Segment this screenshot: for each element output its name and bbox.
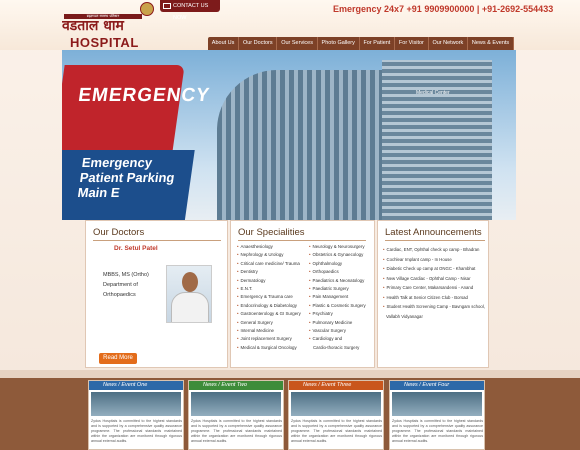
speciality-item[interactable]: Emergency & Trauma care <box>237 293 301 301</box>
news-card-title[interactable]: News / Event One <box>89 381 183 390</box>
direction-sign: Emergency Patient Parking Main E <box>62 150 195 220</box>
hospital-logo[interactable]: ब्रह्माण्डशं स्वास्थ्य प्रतिष्ठान वडताल … <box>58 14 158 50</box>
news-card-title[interactable]: News / Event Four <box>390 381 484 390</box>
speciality-item[interactable]: E.N.T. <box>237 285 301 293</box>
mail-icon <box>163 3 171 9</box>
speciality-item[interactable]: Neurology & Neurosurgery <box>309 243 366 251</box>
doctor-qualification: MBBS, MS (Ortho) <box>103 272 149 278</box>
doctors-heading: Our Doctors <box>93 227 145 238</box>
news-card-4[interactable]: News / Event Four Zydus Hospitals is com… <box>389 380 485 450</box>
nav-for-patient[interactable]: For Patient <box>360 37 396 50</box>
speciality-item[interactable]: Paediatrics & Neonatology <box>309 277 366 285</box>
announcement-item[interactable]: Primary Care Center, Makarsandensi - Ana… <box>383 283 486 293</box>
news-card-text: Zydus Hospitals is committed to the high… <box>392 419 483 443</box>
contact-us-button[interactable]: CONTACT US NOW <box>160 0 220 21</box>
speciality-item[interactable]: Orthopaedics <box>309 268 366 276</box>
speciality-item[interactable]: Gastroenterology & GI Surgery <box>237 310 301 318</box>
announcements-list: Cardiac, ENT, Ophthal check up camp - Bh… <box>383 245 486 321</box>
news-card-title[interactable]: News / Event Three <box>289 381 383 390</box>
speciality-item[interactable]: Paediatric Surgery <box>309 285 366 293</box>
announcement-item[interactable]: Cardiac, ENT, Ophthal check up camp - Bh… <box>383 245 486 255</box>
hero-banner: Medical Center EMERGENCY Emergency Patie… <box>62 50 516 220</box>
news-card-text: Zydus Hospitals is committed to the high… <box>291 419 382 443</box>
header: ब्रह्माण्डशं स्वास्थ्य प्रतिष्ठान वडताल … <box>0 0 580 50</box>
hospital-tower-image: Medical Center <box>382 60 492 220</box>
speciality-item[interactable]: Cardiology and <box>309 335 366 343</box>
announcements-panel: Latest Announcements Cardiac, ENT, Ophth… <box>377 220 489 368</box>
speciality-item[interactable]: Plastic & Cosmetic Surgery <box>309 302 366 310</box>
nav-news-events[interactable]: News & Events <box>468 37 514 50</box>
nav-about-us[interactable]: About Us <box>208 37 240 50</box>
speciality-item[interactable]: Medical & Surgical Oncology <box>237 344 301 352</box>
news-card-image <box>392 392 482 416</box>
announcement-item[interactable]: Health Talk at Senior Citizen Club - Bor… <box>383 293 486 303</box>
hospital-building-image <box>217 70 397 220</box>
nav-our-network[interactable]: Our Network <box>429 37 469 50</box>
read-more-button[interactable]: Read More <box>99 353 137 364</box>
announcement-item[interactable]: Cochlear Implant camp - In House <box>383 255 486 265</box>
emblem-icon <box>140 2 154 16</box>
emergency-phones: Emergency 24x7 +91 9909900000 | +91-2692… <box>333 4 554 14</box>
direction-sign-line3: Main E <box>76 185 121 200</box>
divider <box>93 240 221 241</box>
direction-sign-line1: Emergency <box>80 155 154 170</box>
nav-our-services[interactable]: Our Services <box>277 37 318 50</box>
news-card-image <box>91 392 181 416</box>
building-label: Medical Center <box>416 90 450 96</box>
specialities-panel: Our Specialities Anaesthesiology Nephrol… <box>230 220 375 368</box>
speciality-item[interactable]: Vascular Surgery <box>309 327 366 335</box>
speciality-item[interactable]: Critical care medicine/ Trauma <box>237 260 301 268</box>
nav-our-doctors[interactable]: Our Doctors <box>239 37 278 50</box>
news-card-image <box>291 392 381 416</box>
divider <box>385 240 485 241</box>
speciality-item[interactable]: Pain Management <box>309 293 366 301</box>
contact-label: CONTACT US NOW <box>173 3 209 21</box>
doctor-department-line1: Department of <box>103 282 138 288</box>
nav-for-visitor[interactable]: For Visitor <box>395 37 429 50</box>
divider <box>238 240 366 241</box>
speciality-item[interactable]: Endocrinology & Diabetology <box>237 302 301 310</box>
logo-marathi: वडताल धाम <box>62 18 124 34</box>
emergency-sign-title: EMERGENCY <box>76 85 212 106</box>
speciality-item[interactable]: Psychiatry <box>309 310 366 318</box>
doctor-details: MBBS, MS (Ortho) Department of Orthopaed… <box>103 270 151 300</box>
speciality-item[interactable]: Obstetrics & Gynaecology <box>309 251 366 259</box>
speciality-item[interactable]: Anaesthesiology <box>237 243 301 251</box>
specialities-heading: Our Specialities <box>238 227 305 238</box>
news-card-3[interactable]: News / Event Three Zydus Hospitals is co… <box>288 380 384 450</box>
specialities-column-2: Neurology & Neurosurgery Obstetrics & Gy… <box>309 243 366 352</box>
news-card-text: Zydus Hospitals is committed to the high… <box>91 419 182 443</box>
speciality-item[interactable]: Cardio-thoracic Surgery <box>309 344 366 352</box>
announcement-item[interactable]: Diabetic Check up camp at ONGC - Khambha… <box>383 264 486 274</box>
doctor-department-line2: Orthopaedics <box>103 292 136 298</box>
doctor-name[interactable]: Dr. Setul Patel <box>114 245 158 252</box>
speciality-item[interactable]: Nephrology & Urology <box>237 251 301 259</box>
doctors-panel: Our Doctors Dr. Setul Patel MBBS, MS (Or… <box>85 220 228 383</box>
nav-photo-gallery[interactable]: Photo Gallery <box>318 37 360 50</box>
news-card-image <box>191 392 281 416</box>
news-card-text: Zydus Hospitals is committed to the high… <box>191 419 282 443</box>
specialities-column-1: Anaesthesiology Nephrology & Urology Cri… <box>237 243 301 352</box>
speciality-item[interactable]: Joint replacement Surgery <box>237 335 301 343</box>
speciality-item[interactable]: Ophthalmology <box>309 260 366 268</box>
page: ब्रह्माण्डशं स्वास्थ्य प्रतिष्ठान वडताल … <box>0 0 580 450</box>
speciality-item[interactable]: Dentistry <box>237 268 301 276</box>
speciality-item[interactable]: Dermatology <box>237 277 301 285</box>
news-card-title[interactable]: News / Event Two <box>189 381 283 390</box>
speciality-item[interactable]: General Surgery <box>237 319 301 327</box>
announcements-heading: Latest Announcements <box>385 227 482 238</box>
direction-sign-line2: Patient Parking <box>78 170 176 185</box>
announcement-item[interactable]: Vallabh Vidyanagar <box>383 312 486 322</box>
speciality-item[interactable]: Pulmonary Medicine <box>309 319 366 327</box>
main-nav: About Us Our Doctors Our Services Photo … <box>208 37 514 50</box>
news-card-2[interactable]: News / Event Two Zydus Hospitals is comm… <box>188 380 284 450</box>
speciality-item[interactable]: Internal Medicine <box>237 327 301 335</box>
doctor-photo <box>166 265 212 323</box>
logo-english: HOSPITAL <box>70 35 139 50</box>
news-card-1[interactable]: News / Event One Zydus Hospitals is comm… <box>88 380 184 450</box>
announcement-item[interactable]: Student Health Screening Camp - Bavngam … <box>383 302 486 312</box>
announcement-item[interactable]: New Village Cardiac - Ophthal Camp - Nis… <box>383 274 486 284</box>
